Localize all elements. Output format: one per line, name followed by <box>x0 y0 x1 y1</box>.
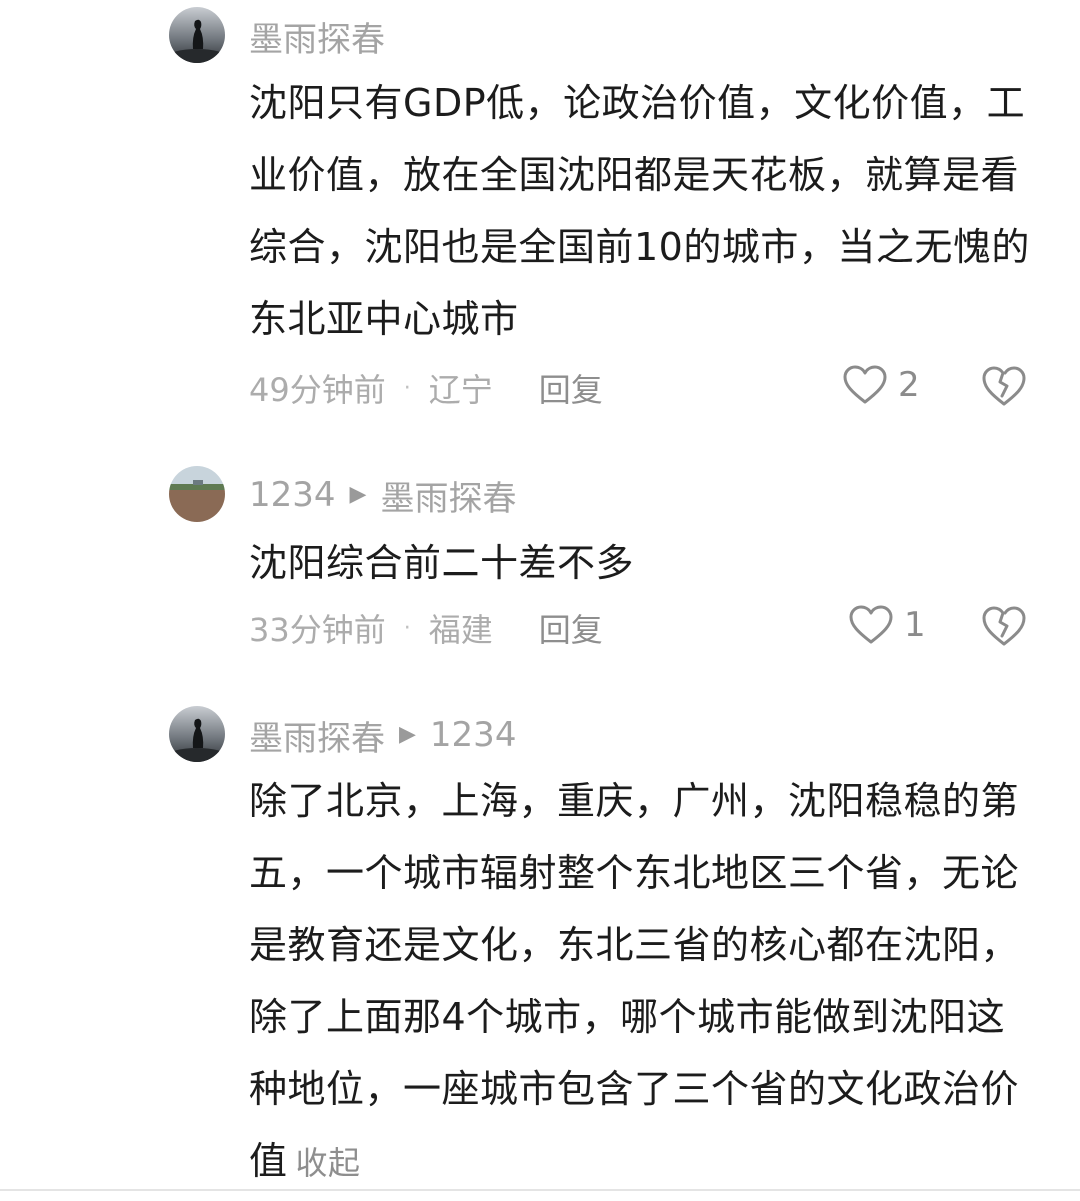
reply-arrow-icon: ▶ <box>349 481 367 507</box>
author-row: 墨雨探春 <box>249 12 385 61</box>
avatar[interactable] <box>169 7 225 63</box>
like-count: 2 <box>898 365 920 405</box>
avatar-silhouette-icon <box>169 706 225 762</box>
avatar-landscape-icon <box>169 466 225 522</box>
broken-heart-icon <box>982 366 1026 406</box>
avatar-silhouette-icon <box>169 7 225 63</box>
reply-to-name[interactable]: 1234 <box>430 715 517 755</box>
like-button[interactable]: 2 <box>842 364 920 406</box>
author-name[interactable]: 墨雨探春 <box>249 12 385 61</box>
location: 福建 <box>428 611 493 649</box>
bottom-divider <box>0 1189 1080 1191</box>
reply-button[interactable]: 回复 <box>539 365 603 411</box>
collapse-button[interactable]: 收起 <box>296 1144 361 1182</box>
avatar[interactable] <box>169 466 225 522</box>
reply-button[interactable]: 回复 <box>539 605 603 651</box>
broken-heart-icon <box>982 606 1026 646</box>
separator-dot: · <box>403 615 411 641</box>
timestamp: 49分钟前 <box>249 371 386 409</box>
timestamp: 33分钟前 <box>249 611 386 649</box>
like-count: 1 <box>904 605 926 645</box>
reply-to-name[interactable]: 墨雨探春 <box>380 471 516 520</box>
comment-meta: 49分钟前 · 辽宁 回复 <box>249 364 603 412</box>
location: 辽宁 <box>428 371 493 409</box>
reply-arrow-icon: ▶ <box>399 721 416 747</box>
like-button[interactable]: 1 <box>848 604 926 646</box>
author-row: 1234 ▶ 墨雨探春 <box>249 471 516 520</box>
comment-text: 沈阳只有GDP低，论政治价值，文化价值，工业价值，放在全国沈阳都是天花板，就算是… <box>249 81 1030 341</box>
comment-meta: 33分钟前 · 福建 回复 <box>249 604 603 652</box>
heart-outline-icon <box>849 605 893 644</box>
avatar[interactable] <box>169 706 225 762</box>
heart-outline-icon <box>843 365 887 404</box>
dislike-button[interactable] <box>980 604 1028 652</box>
author-name[interactable]: 1234 <box>249 475 336 515</box>
comment-text-content: 除了北京，上海，重庆，广州，沈阳稳稳的第五，一个城市辐射整个东北地区三个省，无论… <box>249 779 1020 1183</box>
comment-text: 除了北京，上海，重庆，广州，沈阳稳稳的第五，一个城市辐射整个东北地区三个省，无论… <box>249 765 1039 1199</box>
author-row: 墨雨探春 ▶ 1234 <box>249 711 517 760</box>
dislike-button[interactable] <box>980 364 1028 412</box>
author-name[interactable]: 墨雨探春 <box>249 711 385 760</box>
separator-dot: · <box>403 375 411 401</box>
comment-text: 沈阳综合前二十差不多 <box>249 541 635 585</box>
